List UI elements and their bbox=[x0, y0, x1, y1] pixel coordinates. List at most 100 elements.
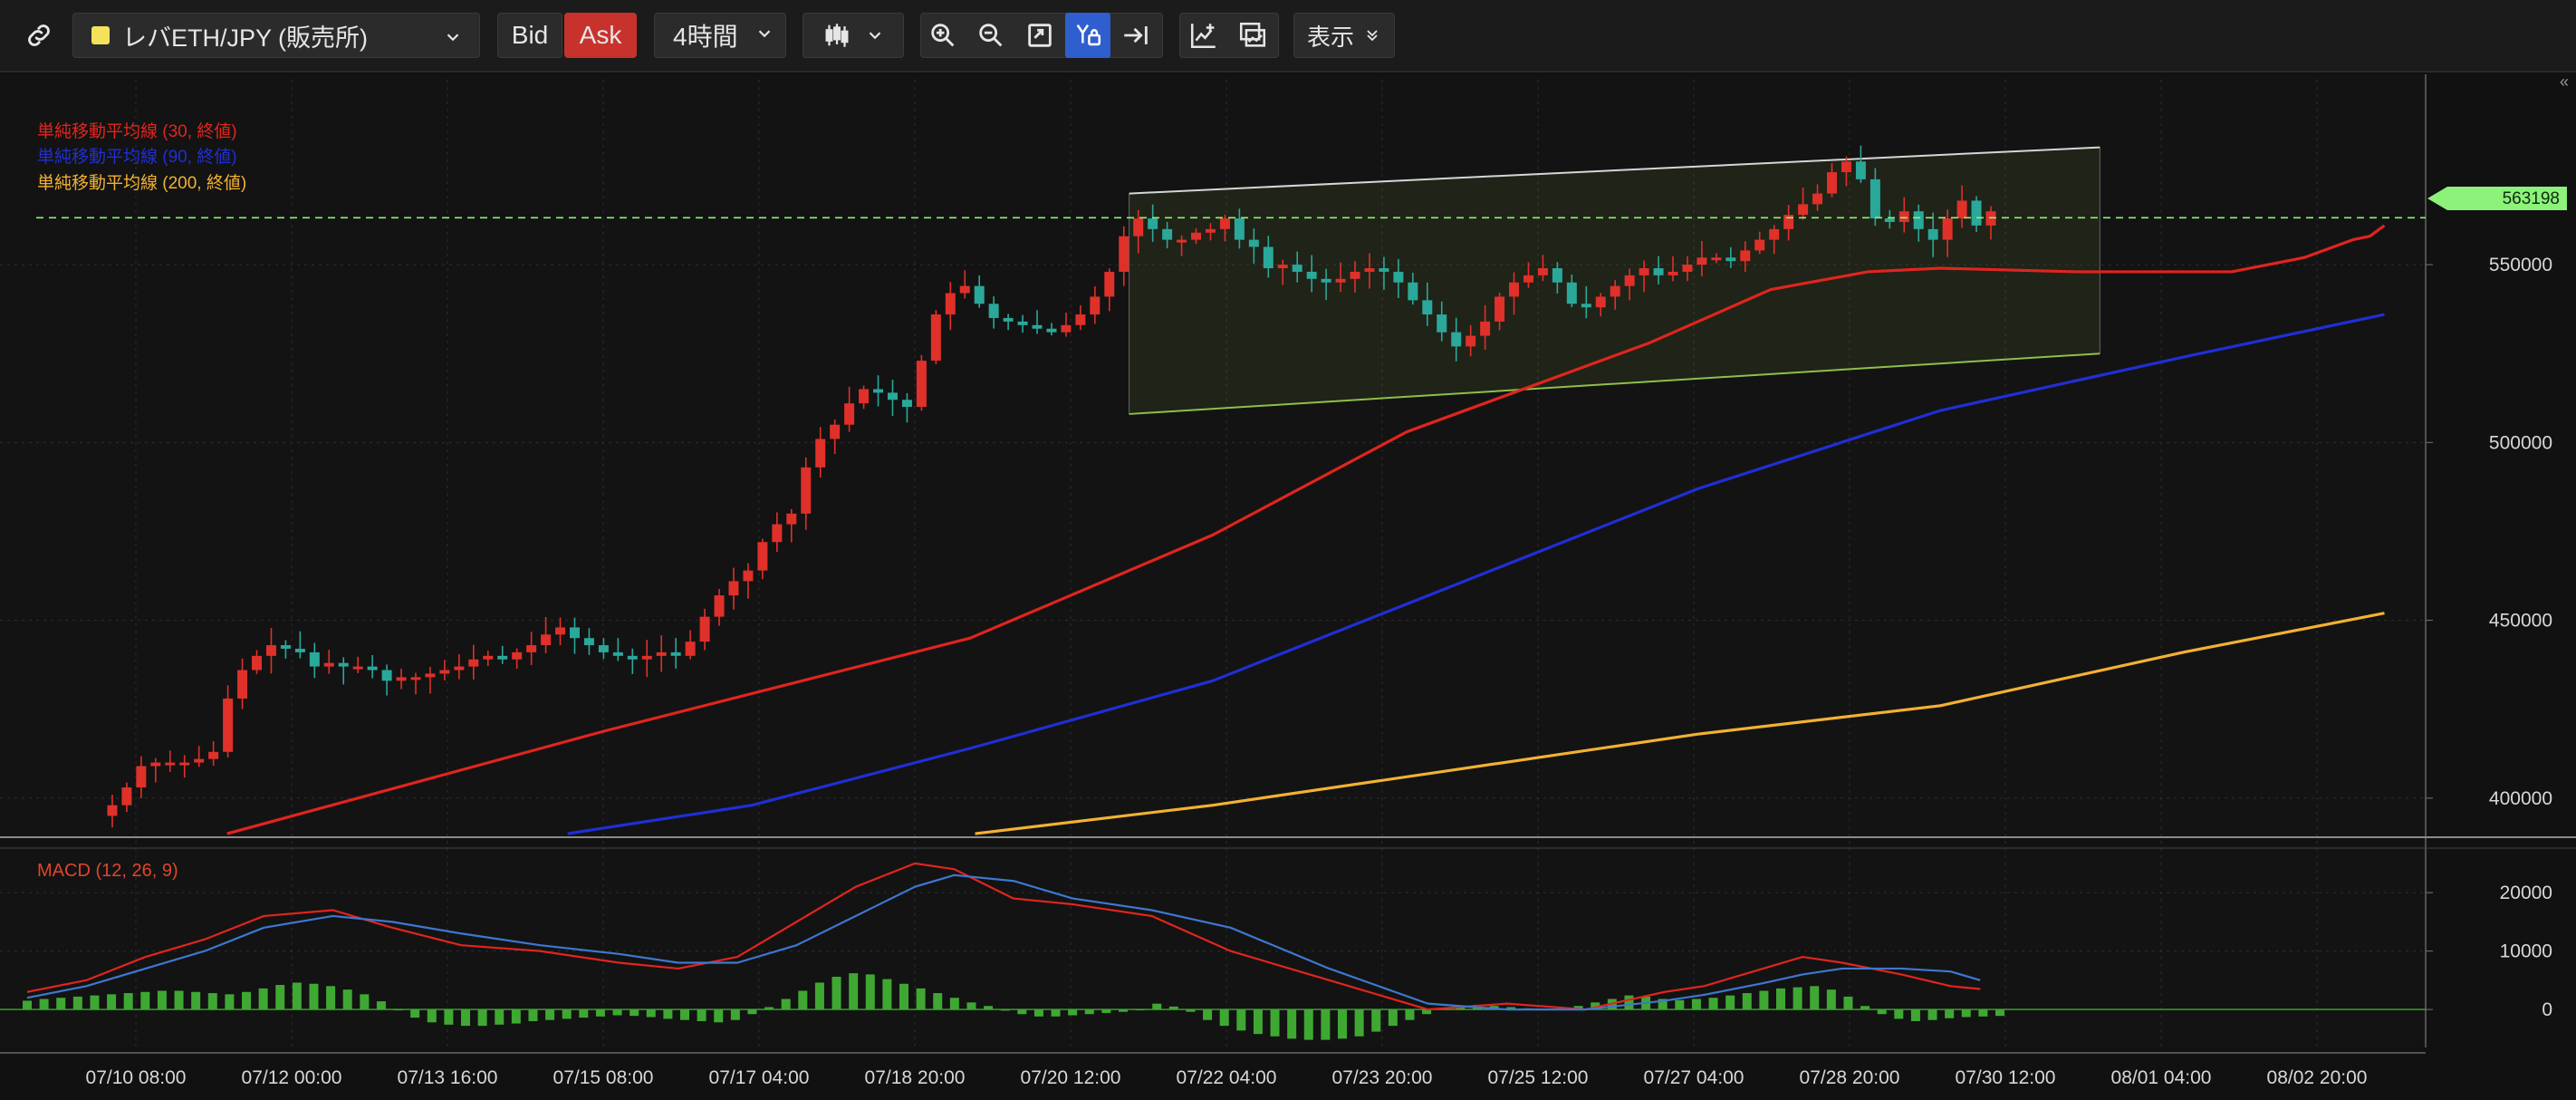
x-tick-label: 07/17 04:00 bbox=[709, 1067, 810, 1088]
macd-histogram-bar bbox=[275, 985, 285, 1010]
candle-body bbox=[887, 392, 898, 400]
fit-screen-icon[interactable] bbox=[1017, 13, 1062, 58]
candle-body bbox=[670, 651, 681, 656]
candle-body bbox=[1971, 200, 1982, 226]
candle-body bbox=[1379, 268, 1389, 272]
macd-histogram-bar bbox=[1624, 995, 1634, 1010]
macd-histogram-bar bbox=[461, 1009, 470, 1027]
candle-body bbox=[1133, 218, 1144, 236]
symbol-selector[interactable]: レバETH/JPY (販売所) bbox=[72, 13, 480, 58]
candle-body bbox=[1466, 335, 1476, 347]
current-price-tag: 563198 bbox=[2427, 187, 2567, 210]
candle-body bbox=[1046, 328, 1057, 333]
macd-histogram-bar bbox=[1152, 1003, 1162, 1010]
macd-histogram-bar bbox=[1708, 998, 1718, 1010]
candle-body bbox=[1104, 271, 1115, 297]
candle-body bbox=[641, 655, 652, 660]
candle-body bbox=[1219, 218, 1230, 229]
display-menu-button[interactable]: 表示 bbox=[1293, 13, 1395, 58]
macd-histogram-bar bbox=[376, 1001, 386, 1010]
candle-body bbox=[859, 389, 870, 404]
candle-body bbox=[815, 439, 826, 468]
bid-button[interactable]: Bid bbox=[497, 13, 562, 58]
macd-histogram-bar bbox=[579, 1009, 589, 1018]
macd-histogram-bar bbox=[747, 1009, 757, 1015]
candle-body bbox=[1321, 278, 1331, 283]
scroll-to-latest-icon[interactable] bbox=[1113, 13, 1158, 58]
candle-body bbox=[959, 285, 970, 294]
candle-body bbox=[1234, 218, 1245, 240]
candle-body bbox=[1263, 246, 1274, 269]
lock-y-axis-icon[interactable] bbox=[1065, 13, 1110, 58]
macd-histogram-bar bbox=[174, 990, 184, 1010]
candle-body bbox=[1682, 265, 1693, 272]
chart-type-selector[interactable] bbox=[803, 13, 904, 58]
link-icon[interactable] bbox=[16, 13, 62, 58]
macd-histogram-bar bbox=[191, 991, 201, 1010]
candle-body bbox=[873, 389, 884, 393]
candle-body bbox=[1870, 179, 1880, 219]
candle-body bbox=[786, 513, 797, 525]
timeframe-label: 4時間 bbox=[673, 23, 738, 51]
chevron-down-icon bbox=[755, 21, 774, 50]
x-tick-label: 07/10 08:00 bbox=[86, 1067, 187, 1088]
macd-histogram-bar bbox=[966, 1002, 976, 1010]
candle-body bbox=[627, 655, 638, 660]
macd-histogram-bar bbox=[1388, 1009, 1398, 1027]
ask-button[interactable]: Ask bbox=[564, 13, 637, 58]
candle-body bbox=[338, 662, 349, 667]
candle-body bbox=[223, 698, 234, 752]
x-tick-label: 07/13 16:00 bbox=[398, 1067, 498, 1088]
macd-histogram-bar bbox=[1287, 1009, 1297, 1039]
macd-tick-label: 0 bbox=[2542, 999, 2552, 1020]
macd-histogram-bar bbox=[1068, 1009, 1078, 1016]
double-chevron-down-icon bbox=[1363, 26, 1381, 44]
candle-body bbox=[1061, 324, 1072, 333]
macd-histogram-bar bbox=[1978, 1009, 1988, 1017]
compare-icon[interactable] bbox=[1230, 13, 1275, 58]
add-indicator-icon[interactable] bbox=[1181, 13, 1226, 58]
sma90-legend: 単純移動平均線 (90, 終値) bbox=[37, 148, 237, 167]
x-tick-label: 07/18 20:00 bbox=[865, 1067, 966, 1088]
candle-body bbox=[1754, 239, 1765, 251]
macd-histogram-bar bbox=[1776, 988, 1785, 1010]
macd-histogram-bar bbox=[107, 994, 117, 1010]
symbol-label: レバETH/JPY (販売所) bbox=[122, 24, 369, 52]
y-tick-label: 450000 bbox=[2489, 611, 2552, 632]
candle-body bbox=[1248, 239, 1259, 247]
macd-histogram-bar bbox=[1945, 1009, 1955, 1018]
candle-body bbox=[1480, 321, 1491, 336]
chevron-down-icon bbox=[865, 25, 885, 45]
macd-histogram-bar bbox=[1051, 1009, 1061, 1017]
candle-body bbox=[974, 285, 985, 304]
candle-body bbox=[107, 805, 118, 816]
macd-histogram-bar bbox=[225, 994, 235, 1010]
candle-body bbox=[1668, 271, 1678, 275]
candle-body bbox=[1495, 296, 1505, 322]
macd-histogram-bar bbox=[1033, 1009, 1043, 1017]
candle-body bbox=[1393, 271, 1404, 283]
candle-body bbox=[714, 595, 725, 617]
macd-histogram-bar bbox=[1084, 1009, 1094, 1015]
candle-body bbox=[1119, 236, 1129, 272]
candle-body bbox=[916, 361, 927, 408]
zoom-in-icon[interactable] bbox=[920, 13, 966, 58]
macd-plot-area bbox=[0, 844, 2426, 1047]
candle-body bbox=[1148, 218, 1158, 229]
candle-body bbox=[1537, 268, 1548, 275]
timeframe-selector[interactable]: 4時間 bbox=[654, 13, 786, 58]
candle-body bbox=[1711, 257, 1722, 261]
macd-histogram-bar bbox=[1303, 1009, 1313, 1040]
zoom-out-icon[interactable] bbox=[968, 13, 1014, 58]
candle-body bbox=[583, 638, 594, 646]
candle-body bbox=[1855, 161, 1866, 179]
price-chart[interactable]: 07/10 08:00 07/12 00:00 07/13 16:00 07/15 0… bbox=[0, 71, 2576, 1100]
candle-body bbox=[1090, 296, 1101, 315]
macd-histogram-bar bbox=[1995, 1009, 2004, 1017]
macd-histogram-bar bbox=[1236, 1009, 1246, 1031]
candle-body bbox=[1162, 228, 1173, 240]
candle-body bbox=[410, 677, 421, 680]
x-tick-label: 08/02 20:00 bbox=[2267, 1067, 2368, 1088]
candle-body bbox=[1509, 282, 1520, 297]
macd-histogram-bar bbox=[1961, 1009, 1971, 1018]
